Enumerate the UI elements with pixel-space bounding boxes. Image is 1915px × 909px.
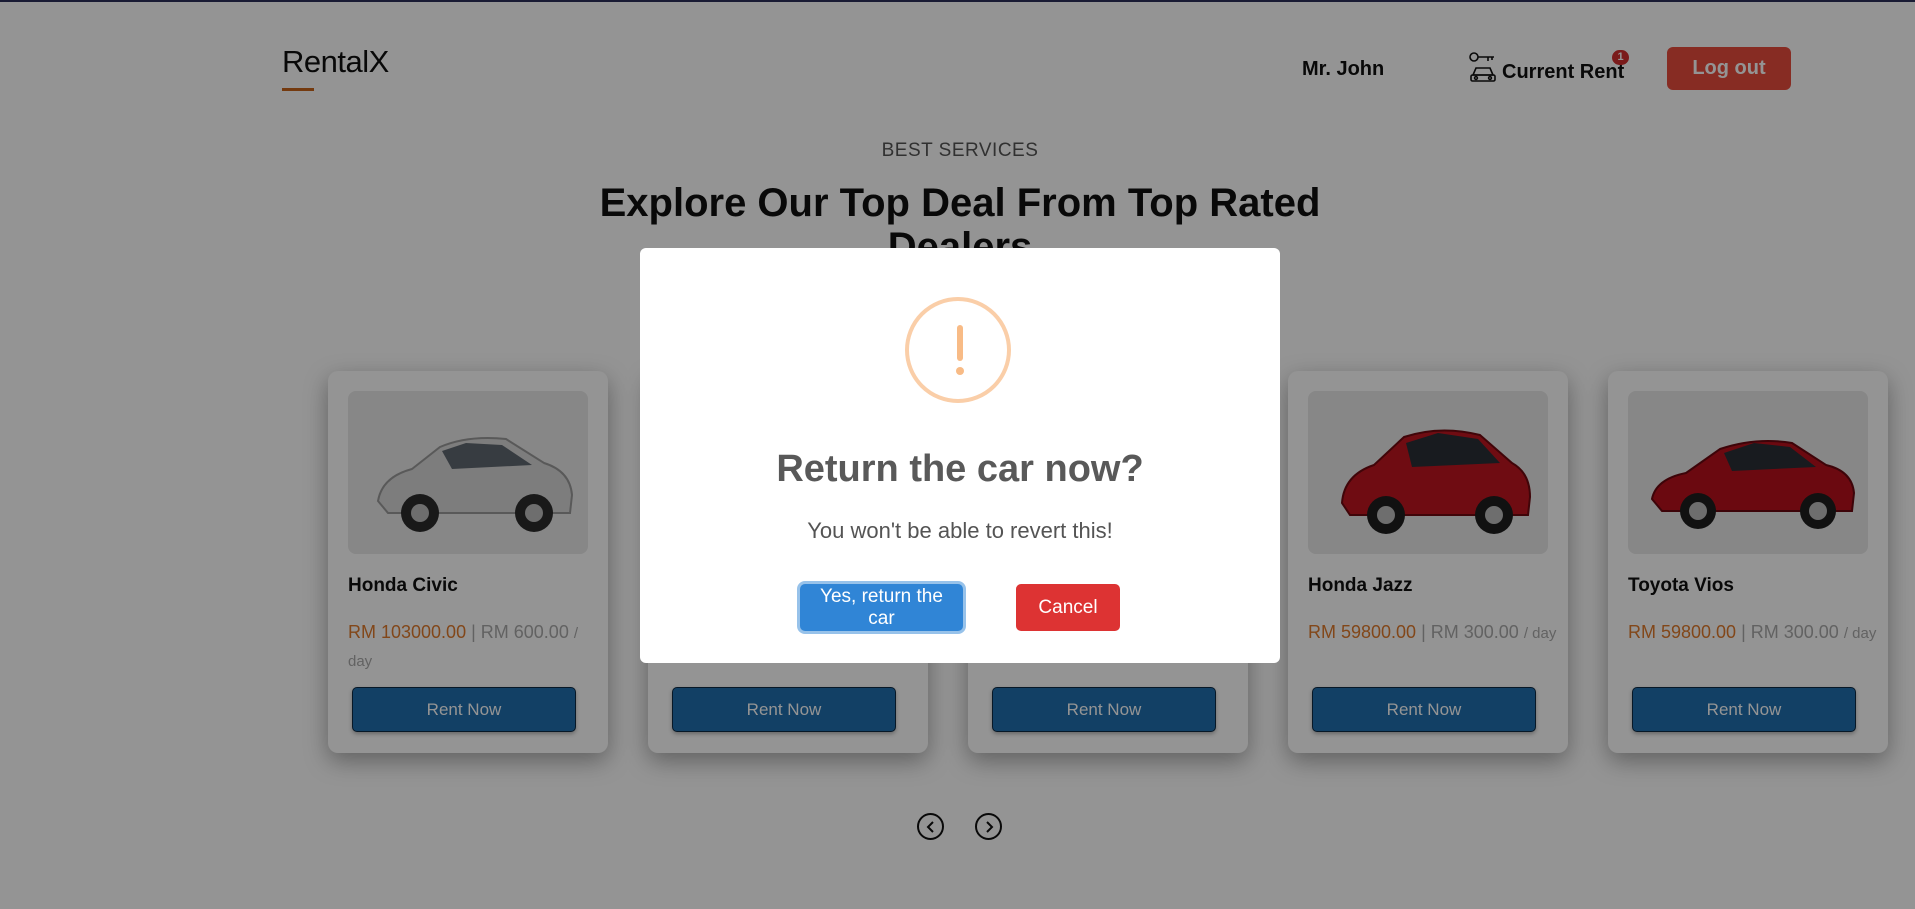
cancel-button[interactable]: Cancel xyxy=(1016,584,1120,631)
confirm-return-button[interactable]: Yes, return the car xyxy=(800,584,963,631)
dialog-text: You won't be able to revert this! xyxy=(807,518,1113,543)
confirm-dialog: Return the car now? You won't be able to… xyxy=(640,248,1280,663)
exclamation-bar xyxy=(957,325,963,361)
exclamation-circle-icon xyxy=(905,297,1011,403)
dialog-title: Return the car now? xyxy=(776,448,1144,490)
exclamation-dot xyxy=(956,367,964,375)
